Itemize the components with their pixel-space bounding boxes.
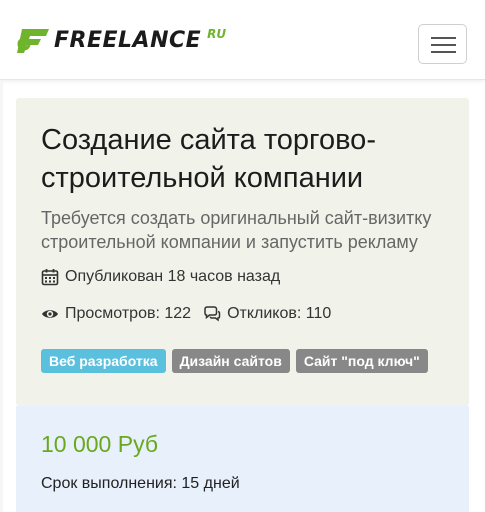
tag-turnkey-site[interactable]: Сайт "под ключ" (295, 349, 428, 373)
site-logo[interactable]: FREELANCE RU (16, 25, 226, 57)
project-term: Срок выполнения: 15 дней (41, 475, 240, 492)
tag-web-development[interactable]: Веб разработка (41, 349, 166, 373)
tag-list: Веб разработка Дизайн сайтов Сайт "под к… (41, 349, 434, 373)
tag-site-design[interactable]: Дизайн сайтов (171, 349, 290, 373)
calendar-icon (41, 269, 59, 286)
page-edge (0, 80, 3, 512)
project-card: Создание сайта торгово-строительной комп… (16, 98, 469, 406)
menu-toggle-button[interactable] (418, 24, 467, 64)
project-price: 10 000 Руб (41, 431, 159, 457)
comments-icon (204, 306, 221, 322)
eye-icon (42, 310, 58, 318)
logo-text: FREELANCE (54, 28, 202, 53)
published-text: Опубликован 18 часов назад (65, 268, 281, 285)
logo-suffix: RU (207, 27, 227, 41)
freelance-logo-icon (17, 29, 49, 53)
project-title[interactable]: Создание сайта торгово-строительной комп… (41, 121, 461, 197)
published-row: Опубликован 18 часов назад (41, 268, 280, 286)
views-count: Просмотров: 122 (65, 305, 192, 322)
offer-section: 10 000 Руб Срок выполнения: 15 дней (16, 406, 469, 512)
stats-row: Просмотров: 122 Откликов: 110 (41, 305, 331, 323)
project-description: Требуется создать оригинальный сайт-визи… (41, 208, 432, 252)
site-header: FREELANCE RU (0, 0, 485, 80)
responses-count: Откликов: 110 (227, 305, 332, 322)
